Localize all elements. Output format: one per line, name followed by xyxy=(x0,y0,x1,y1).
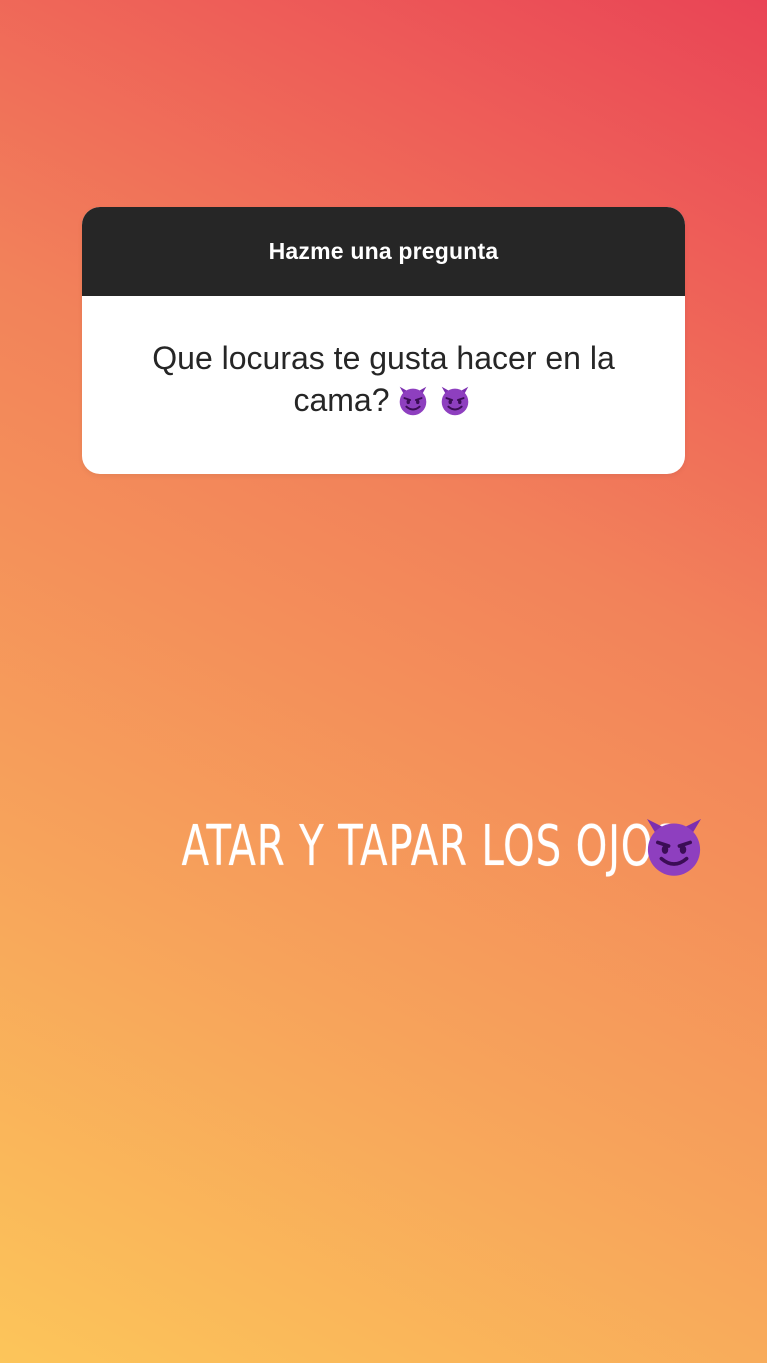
smiling-devil-icon xyxy=(638,810,710,882)
answer-text: ATAR Y TAPAR LOS OJOS xyxy=(181,813,680,879)
question-text: Que locuras te gusta hacer en la cama? xyxy=(152,337,615,421)
smiling-devil-icon xyxy=(394,381,432,419)
question-line-2: cama? xyxy=(152,379,615,421)
question-sticker[interactable]: Hazme una pregunta Que locuras te gusta … xyxy=(82,207,685,474)
question-sticker-title: Hazme una pregunta xyxy=(268,238,499,264)
question-sticker-body: Que locuras te gusta hacer en la cama? xyxy=(82,296,685,474)
question-line-1: Que locuras te gusta hacer en la xyxy=(152,340,615,376)
smiling-devil-icon xyxy=(436,381,474,419)
question-line-2-text: cama? xyxy=(293,382,390,418)
story-background xyxy=(0,0,767,1363)
answer-caption: ATAR Y TAPAR LOS OJOS xyxy=(0,806,767,886)
question-sticker-header: Hazme una pregunta xyxy=(82,207,685,296)
